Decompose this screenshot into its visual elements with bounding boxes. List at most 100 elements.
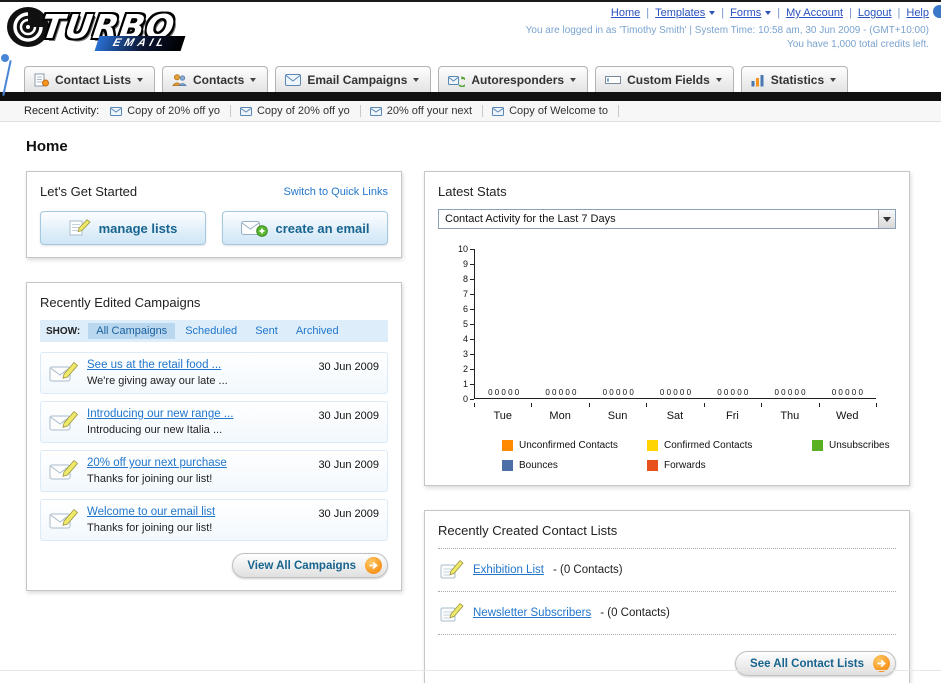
contact-list-count: - (0 Contacts)	[552, 564, 623, 576]
filter-archived[interactable]: Archived	[288, 323, 347, 339]
logo-subtext: EMAIL	[94, 36, 186, 51]
campaign-subtitle: We're giving away our late ...	[87, 375, 228, 387]
x-tick-mark	[474, 403, 475, 407]
recent-activity-text: Copy of 20% off yo	[127, 105, 220, 117]
legend-swatch	[647, 460, 658, 471]
manage-lists-button[interactable]: manage lists	[40, 211, 206, 245]
credits-info: You have 1,000 total credits left.	[787, 39, 929, 50]
chart-x-label: Tue	[493, 410, 512, 422]
tab-label: Custom Fields	[627, 73, 710, 87]
edit-envelope-icon[interactable]	[49, 459, 79, 483]
panel-title: Let's Get Started	[40, 184, 138, 199]
nav-link-templates[interactable]: Templates	[655, 7, 705, 19]
right-column: Latest Stats Contact Activity for the La…	[424, 171, 910, 683]
caret-down-icon	[250, 78, 257, 82]
tab-label: Contacts	[193, 73, 245, 87]
edit-pencil-icon[interactable]	[440, 602, 464, 624]
filter-sent[interactable]: Sent	[247, 323, 286, 339]
chart-value-labels: 0 0 0 0 0	[831, 388, 863, 397]
campaign-filter-bar: SHOW: All Campaigns Scheduled Sent Archi…	[40, 320, 388, 342]
mail-icon	[239, 106, 252, 116]
contact-list-link[interactable]: Newsletter Subscribers	[473, 607, 591, 619]
x-tick-mark	[531, 403, 533, 407]
legend-swatch	[647, 440, 658, 451]
statistics-icon	[751, 74, 764, 86]
campaign-row: See us at the retail food ... We're givi…	[40, 352, 388, 394]
edit-envelope-icon[interactable]	[49, 508, 79, 532]
y-axis-label: 1	[462, 378, 468, 389]
nav-link-logout[interactable]: Logout	[858, 7, 892, 19]
campaign-date: 30 Jun 2009	[318, 410, 379, 422]
tab-label: Contact Lists	[55, 73, 132, 87]
chart-x-label: Thu	[780, 410, 800, 422]
view-all-campaigns-button[interactable]: View All Campaigns	[232, 553, 388, 578]
tab-statistics[interactable]: Statistics	[740, 66, 849, 92]
campaign-title-link[interactable]: Welcome to our email list	[87, 506, 310, 518]
email-campaigns-icon	[285, 74, 302, 86]
separator	[849, 7, 852, 19]
tab-contacts[interactable]: Contacts	[162, 66, 269, 92]
edit-pencil-icon[interactable]	[440, 559, 464, 581]
recent-activity-item[interactable]: Copy of Welcome to	[492, 105, 619, 117]
recent-activity-item[interactable]: Copy of 20% off yo	[239, 105, 361, 117]
edit-envelope-icon[interactable]	[49, 410, 79, 434]
campaign-row: Welcome to our email list Thanks for joi…	[40, 499, 388, 541]
contact-list-link[interactable]: Exhibition List	[473, 564, 544, 576]
chart-value-labels: 0 0 0 0 0	[717, 388, 749, 397]
chart-y-axis: 10 9 8 7 6 5 4 3 2 1 0	[452, 244, 474, 403]
chart-value-labels: 0 0 0 0 0	[488, 388, 520, 397]
chart-x-ticks	[474, 403, 877, 407]
campaign-subtitle: Thanks for joining our list!	[87, 522, 213, 534]
y-axis-tick: 7	[452, 288, 474, 299]
campaign-title-link[interactable]: 20% off your next purchase	[87, 457, 310, 469]
recent-activity-item[interactable]: Copy of 20% off yo	[110, 105, 231, 117]
switch-to-quick-links-link[interactable]: Switch to Quick Links	[283, 186, 388, 198]
legend-item: Forwards	[647, 460, 812, 471]
y-axis-label: 7	[462, 288, 468, 299]
campaign-date: 30 Jun 2009	[318, 508, 379, 520]
tab-contact-lists[interactable]: Contact Lists	[24, 66, 156, 92]
filter-scheduled[interactable]: Scheduled	[177, 323, 245, 339]
arrow-circle-icon	[365, 557, 382, 574]
y-axis-label: 5	[462, 318, 468, 329]
tab-custom-fields[interactable]: Custom Fields	[595, 66, 734, 92]
tab-autoresponders[interactable]: Autoresponders	[438, 66, 589, 92]
contact-lists-icon	[34, 73, 49, 87]
left-column: Let's Get Started Switch to Quick Links …	[26, 171, 402, 615]
campaign-title-link[interactable]: Introducing our new range ...	[87, 408, 310, 420]
tab-label: Email Campaigns	[307, 73, 408, 87]
contact-list-count: - (0 Contacts)	[600, 607, 670, 619]
y-axis-label: 6	[462, 303, 468, 314]
x-tick-mark	[761, 403, 763, 407]
campaign-title-link[interactable]: See us at the retail food ...	[87, 359, 310, 371]
logo-tail-dot-decoration	[1, 54, 9, 62]
app-logo: TURBO EMAIL	[6, 6, 186, 51]
caret-down-icon	[765, 11, 772, 15]
campaign-row: Introducing our new range ... Introducin…	[40, 401, 388, 443]
create-email-button[interactable]: create an email	[222, 211, 388, 245]
nav-link-help[interactable]: Help	[906, 7, 929, 19]
button-label: View All Campaigns	[247, 559, 356, 572]
y-axis-tick: 0	[452, 394, 474, 403]
contacts-icon	[172, 74, 187, 86]
show-label: SHOW:	[46, 325, 81, 337]
x-tick-mark	[875, 403, 877, 407]
y-axis-label: 9	[462, 258, 468, 269]
caret-down-icon	[709, 11, 716, 15]
legend-item: Unsubscribes	[812, 440, 896, 451]
tab-email-campaigns[interactable]: Email Campaigns	[275, 66, 432, 92]
edit-envelope-icon[interactable]	[49, 361, 79, 385]
filter-all-campaigns[interactable]: All Campaigns	[88, 323, 176, 339]
chart-value-labels: 0 0 0 0 0	[602, 388, 634, 397]
contact-list-row: Newsletter Subscribers - (0 Contacts)	[438, 592, 896, 635]
chart-x-labels: Tue Mon Sun Sat Fri Thu Wed	[474, 410, 876, 422]
nav-link-home[interactable]: Home	[611, 7, 640, 19]
legend-label: Confirmed Contacts	[664, 440, 753, 451]
stats-period-select[interactable]: Contact Activity for the Last 7 Days	[438, 209, 896, 229]
see-all-contact-lists-button[interactable]: See All Contact Lists	[735, 651, 896, 676]
nav-link-forms[interactable]: Forms	[730, 7, 761, 19]
utility-nav: Home Templates Forms My Account Logout H…	[526, 7, 929, 19]
recent-activity-item[interactable]: 20% off your next	[369, 105, 484, 117]
nav-link-my-account[interactable]: My Account	[786, 7, 843, 19]
y-axis-tick: 5	[452, 318, 474, 329]
